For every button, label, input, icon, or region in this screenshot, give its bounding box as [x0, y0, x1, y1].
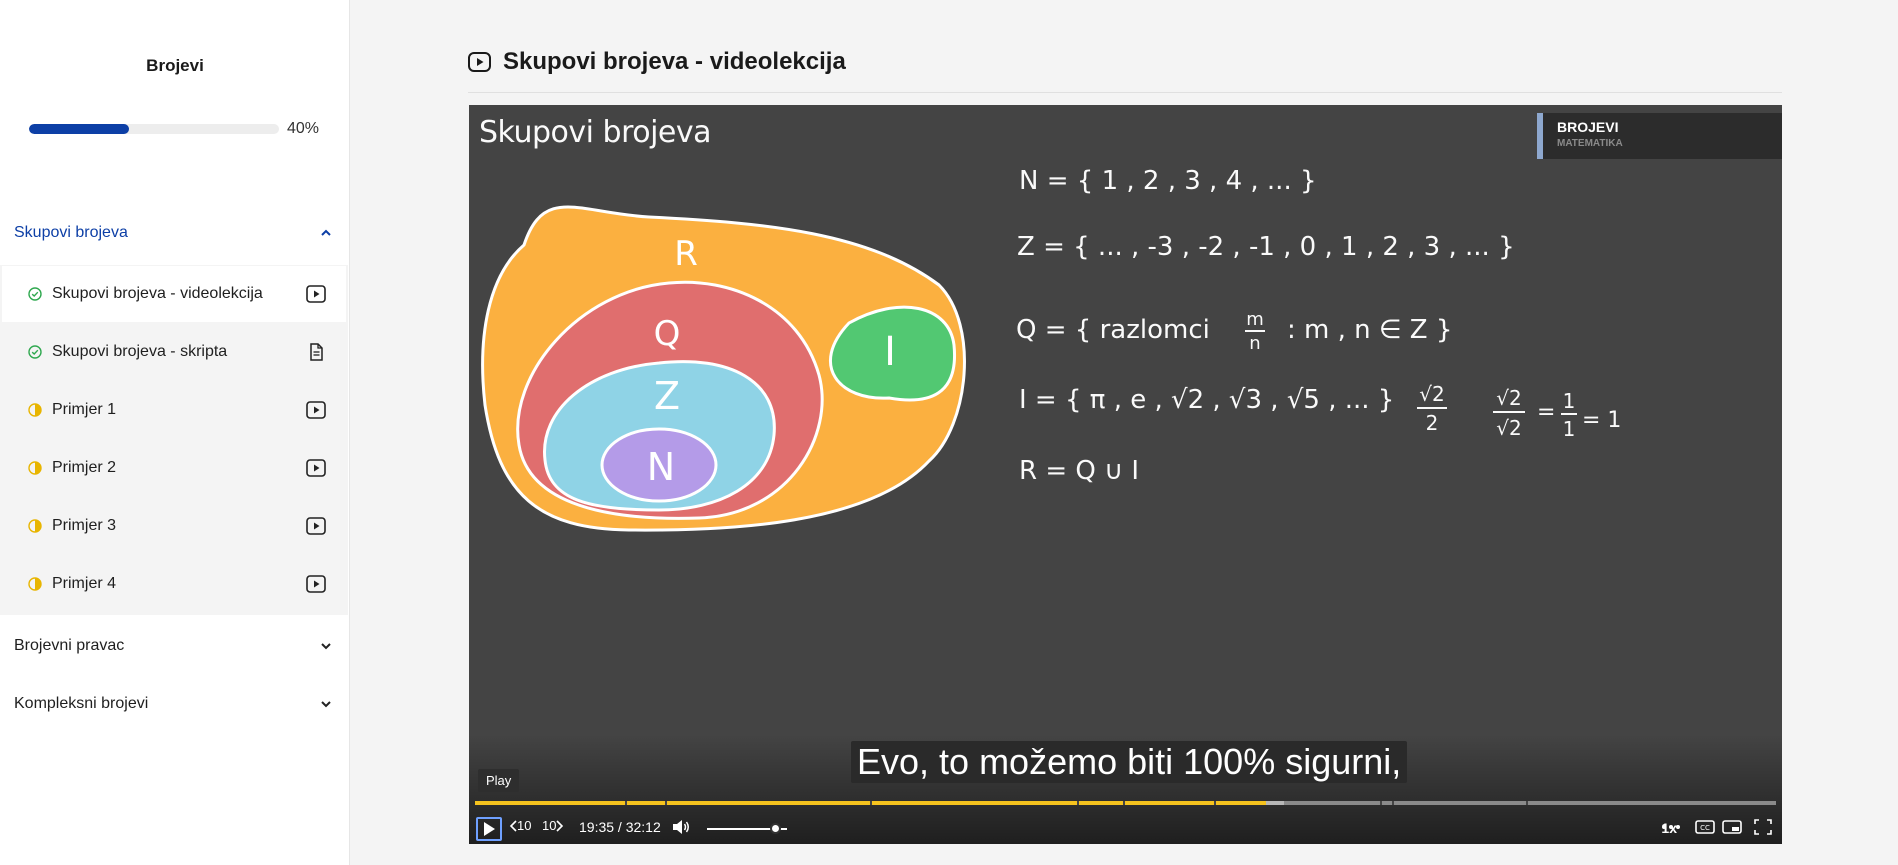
page-title: Skupovi brojeva - videolekcija [503, 48, 846, 75]
fraction-2-den: √2 [1496, 416, 1521, 440]
course-progress-fill [29, 124, 129, 134]
chevron-down-icon [321, 643, 331, 650]
lesson-list: Skupovi brojeva - videolekcija Skupovi b… [0, 265, 348, 615]
chapter-marker [1214, 801, 1216, 805]
video-icon [306, 517, 326, 535]
video-icon [306, 401, 326, 419]
fraction-equals: = [1537, 400, 1555, 425]
check-circle-icon [28, 345, 42, 359]
mute-button[interactable] [671, 818, 691, 836]
video-subtitle: Evo, to možemo biti 100% sigurni, [851, 741, 1408, 783]
chapter-marker [1077, 801, 1079, 805]
section-label: Kompleksni brojevi [14, 695, 149, 712]
skip-back-label: 10 [517, 818, 532, 833]
section-brojevni-pravac[interactable]: Brojevni pravac [0, 617, 348, 675]
closed-captions-icon: CC [1695, 820, 1715, 834]
video-icon [306, 285, 326, 303]
picture-in-picture-button[interactable] [1722, 820, 1742, 834]
lesson-item[interactable]: Primjer 2 [2, 440, 346, 496]
formula-real: R = Q ∪ I [1019, 456, 1139, 486]
lesson-item[interactable]: Primjer 3 [2, 498, 346, 554]
course-sidebar: Brojevi 40% Skupovi brojeva Skupovi broj… [0, 0, 350, 865]
video-controls: 10 10 19:35 / 32:12 1x CC [469, 809, 1782, 844]
fullscreen-button[interactable] [1754, 819, 1772, 835]
pip-icon [1722, 820, 1742, 834]
fraction-1-den: 2 [1426, 411, 1439, 435]
section-label: Skupovi brojeva [14, 224, 128, 241]
fraction-3-num: 1 [1563, 389, 1576, 413]
chapter-marker [1392, 801, 1394, 805]
formulas-board: N = { 1 , 2 , 3 , 4 , ... } Z = { ... , … [1016, 166, 1621, 486]
section-skupovi-brojeva[interactable]: Skupovi brojeva [0, 204, 348, 262]
video-scrubber[interactable] [475, 801, 1776, 805]
fraction-result: = 1 [1582, 408, 1621, 433]
chapter-marker [1526, 801, 1528, 805]
captions-button[interactable]: CC [1695, 820, 1715, 834]
check-circle-icon [28, 287, 42, 301]
lesson-label: Skupovi brojeva - videolekcija [52, 285, 263, 302]
play-icon [484, 822, 495, 836]
video-icon [306, 575, 326, 593]
fast-forward-icon [556, 819, 564, 832]
fullscreen-icon [1754, 819, 1772, 835]
lesson-label: Primjer 1 [52, 401, 117, 418]
volume-knob[interactable] [770, 823, 781, 834]
playback-speed-button[interactable]: 1x [1661, 820, 1677, 836]
play-button[interactable] [476, 817, 502, 841]
chapter-marker [665, 801, 667, 805]
document-icon [310, 343, 323, 361]
chapter-marker [1380, 801, 1382, 805]
fraction-3-den: 1 [1563, 417, 1576, 441]
half-circle-icon [28, 461, 42, 475]
svg-text:CC: CC [1700, 824, 1710, 832]
half-circle-icon [28, 577, 42, 591]
half-circle-icon [28, 403, 42, 417]
page-header: Skupovi brojeva - videolekcija [468, 48, 846, 76]
formula-irrational: I = { π , e , √2 , √3 , √5 , ... } [1019, 385, 1394, 415]
play-tooltip: Play [478, 769, 520, 792]
chapter-marker [625, 801, 627, 805]
formula-rational-num: m [1246, 309, 1264, 330]
formula-rational-den: n [1249, 333, 1260, 354]
volume-icon [673, 820, 689, 834]
header-divider [468, 92, 1782, 93]
section-kompleksni-brojevi[interactable]: Kompleksni brojevi [0, 675, 348, 733]
course-title: Brojevi [146, 56, 204, 75]
time-display: 19:35 / 32:12 [579, 819, 661, 835]
lesson-item[interactable]: Primjer 4 [2, 556, 346, 612]
fraction-1-num: √2 [1419, 382, 1444, 406]
lesson-label: Skupovi brojeva - skripta [52, 343, 228, 360]
lesson-item[interactable]: Primjer 1 [2, 382, 346, 438]
section-label: Brojevni pravac [14, 637, 125, 654]
rewind-icon [509, 819, 517, 832]
lesson-label: Primjer 2 [52, 459, 117, 476]
course-progress-label: 40% [287, 120, 320, 137]
fraction-2-num: √2 [1496, 386, 1521, 410]
skip-forward-button[interactable]: 10 [542, 818, 564, 833]
formula-integer: Z = { ... , -3 , -2 , -1 , 0 , 1 , 2 , 3… [1017, 232, 1515, 262]
half-circle-icon [28, 519, 42, 533]
formula-natural: N = { 1 , 2 , 3 , 4 , ... } [1019, 166, 1317, 196]
lesson-label: Primjer 4 [52, 575, 117, 592]
lesson-item[interactable]: Skupovi brojeva - skripta [2, 324, 346, 380]
chapter-marker [1123, 801, 1125, 805]
chevron-down-icon [321, 701, 331, 708]
video-player[interactable]: Skupovi brojeva BROJEVI MATEMATIKA R Q Z… [469, 105, 1782, 844]
lesson-item[interactable]: Skupovi brojeva - videolekcija [2, 266, 346, 322]
video-icon [306, 459, 326, 477]
course-progress-bar [29, 124, 279, 134]
video-icon [468, 52, 491, 72]
formula-rational-left: Q = { razlomci [1016, 315, 1210, 345]
lesson-label: Primjer 3 [52, 517, 117, 534]
skip-forward-label: 10 [542, 818, 557, 833]
chapter-marker [870, 801, 872, 805]
chevron-up-icon [321, 229, 331, 236]
skip-back-button[interactable]: 10 [509, 818, 531, 833]
formula-rational-right: : m , n ∈ Z } [1287, 315, 1452, 345]
